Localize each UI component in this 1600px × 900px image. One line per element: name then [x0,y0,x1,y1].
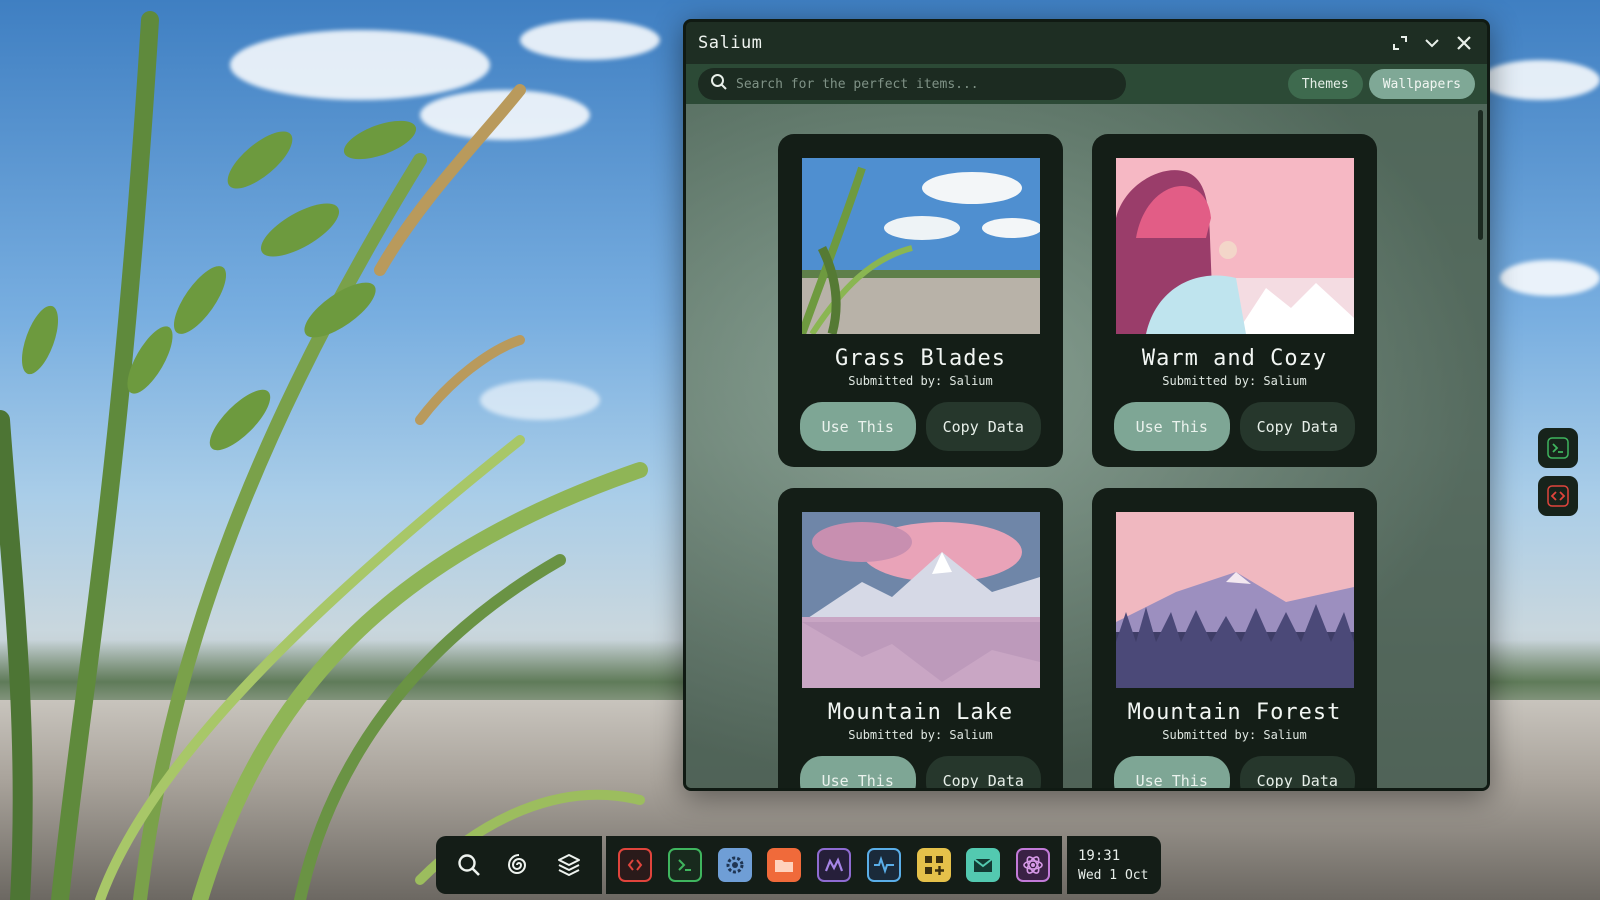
wallpaper-card: Grass Blades Submitted by: Salium Use Th… [778,134,1063,467]
wallpaper-gallery: Grass Blades Submitted by: Salium Use Th… [686,104,1487,788]
activity-icon[interactable] [866,848,901,882]
app-window: Salium Themes Wallpapers [683,19,1490,791]
search-icon[interactable] [452,848,486,882]
wallpaper-thumbnail-warm-and-cozy[interactable] [1115,158,1354,334]
search-input[interactable] [736,76,1114,92]
monitor-chart-icon[interactable] [817,848,851,882]
settings-icon[interactable] [717,848,752,882]
card-title: Mountain Lake [827,700,1014,725]
use-this-button[interactable]: Use This [800,402,916,451]
side-dock [1538,428,1578,516]
wallpaper-card: Mountain Lake Submitted by: Salium Use T… [778,488,1063,788]
tab-themes[interactable]: Themes [1287,69,1363,99]
card-title: Warm and Cozy [1141,346,1328,371]
tab-wallpapers[interactable]: Wallpapers [1368,69,1475,99]
terminal-icon[interactable] [667,848,702,882]
copy-data-button[interactable]: Copy Data [925,402,1041,451]
wallpaper-grid: Grass Blades Submitted by: Salium Use Th… [778,134,1377,788]
card-submitter: Submitted by: Salium [1162,374,1307,388]
maximize-icon[interactable] [1389,32,1411,54]
card-submitter: Submitted by: Salium [848,374,993,388]
clock-date: Wed 1 Oct [1078,867,1149,883]
terminal-icon[interactable] [1538,428,1578,468]
title-bar: Salium [686,22,1487,64]
layers-icon[interactable] [552,848,586,882]
tab-bar: Themes Wallpapers [1287,69,1475,99]
window-title: Salium [698,33,763,53]
taskbar-apps [606,836,1062,894]
use-this-button[interactable]: Use This [800,756,916,788]
chevron-down-icon[interactable] [1421,32,1443,54]
copy-data-button[interactable]: Copy Data [1239,402,1355,451]
clock-time: 19:31 [1078,847,1121,864]
toolbar: Themes Wallpapers [686,64,1487,104]
wallpaper-thumbnail-grass-blades[interactable] [801,158,1040,334]
window-controls [1389,32,1475,54]
copy-data-button[interactable]: Copy Data [1239,756,1355,788]
card-submitter: Submitted by: Salium [848,728,993,742]
use-this-button[interactable]: Use This [1114,756,1230,788]
wallpaper-card: Warm and Cozy Submitted by: Salium Use T… [1092,134,1377,467]
use-this-button[interactable]: Use This [1114,402,1230,451]
code-editor-icon[interactable] [618,848,652,882]
files-icon[interactable] [767,848,802,882]
clock-widget[interactable]: 19:31 Wed 1 Oct [1067,836,1161,894]
search-bar[interactable] [698,68,1126,100]
wallpaper-thumbnail-mountain-forest[interactable] [1115,512,1354,688]
copy-data-button[interactable]: Copy Data [925,756,1041,788]
atom-icon[interactable] [1016,848,1050,882]
taskbar-launcher [436,836,602,894]
spiral-icon[interactable] [502,848,536,882]
apps-grid-icon[interactable] [916,848,951,882]
card-submitter: Submitted by: Salium [1162,728,1307,742]
close-icon[interactable] [1453,32,1475,54]
card-title: Grass Blades [835,346,1006,371]
search-icon [710,73,728,95]
card-title: Mountain Forest [1127,700,1342,725]
grass-illustration [0,11,648,900]
code-icon[interactable] [1538,476,1578,516]
mail-icon[interactable] [966,848,1001,882]
wallpaper-thumbnail-mountain-lake[interactable] [801,512,1040,688]
wallpaper-card: Mountain Forest Submitted by: Salium Use… [1092,488,1377,788]
scrollbar[interactable] [1478,110,1483,240]
